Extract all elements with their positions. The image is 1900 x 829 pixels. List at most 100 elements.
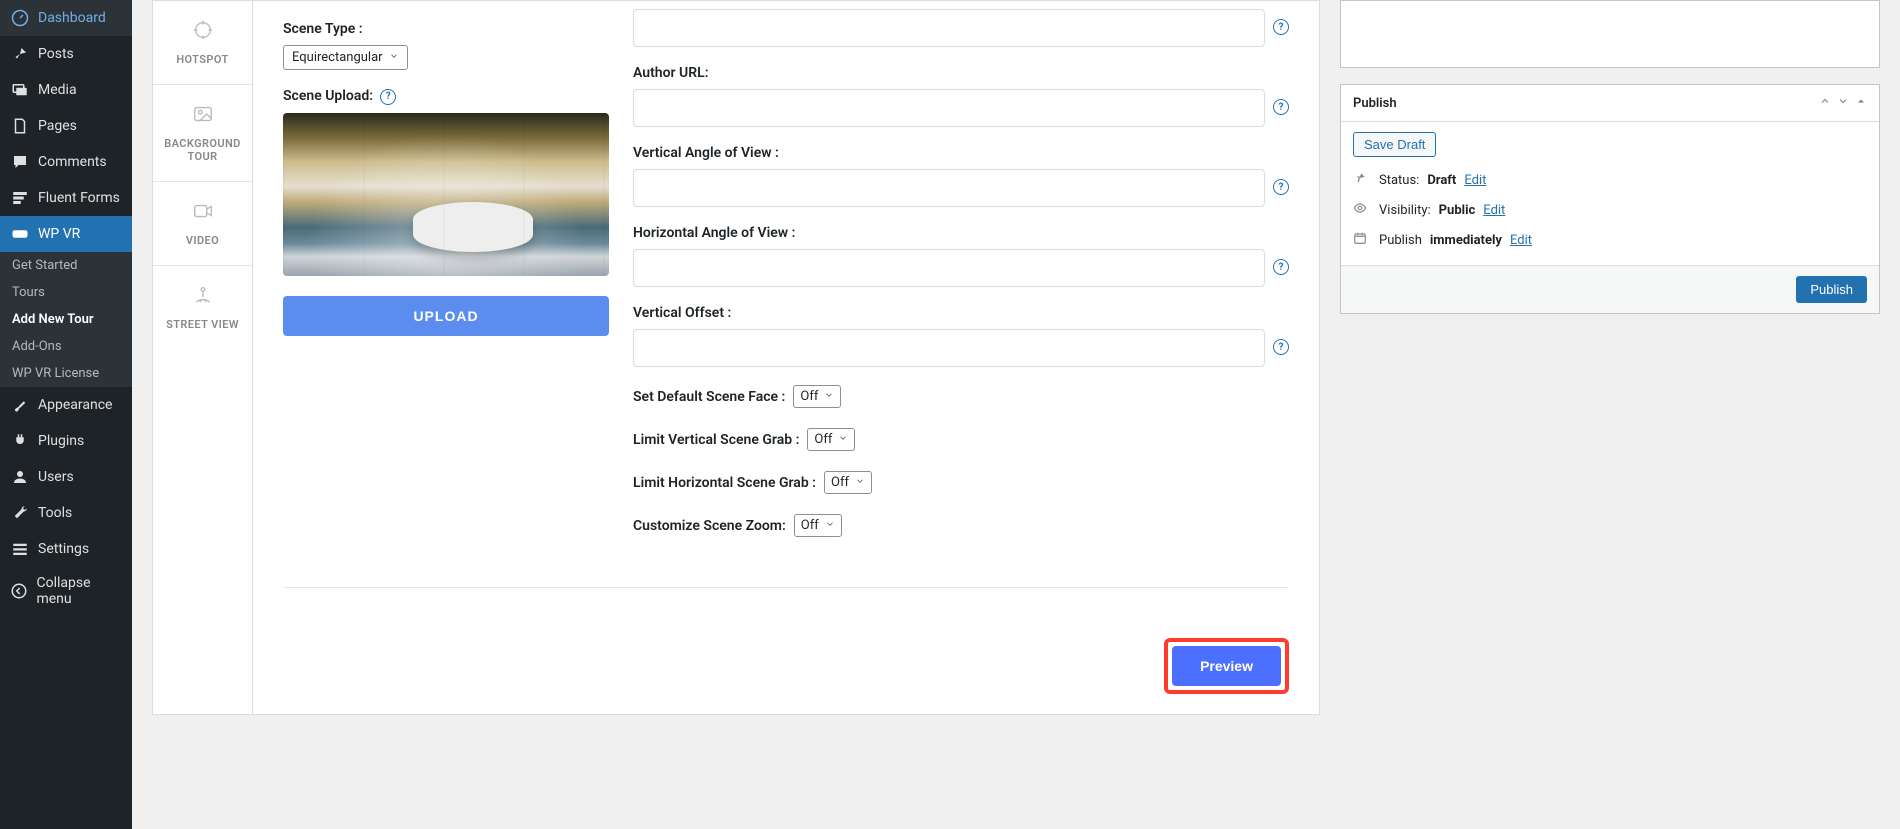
scene-type-select[interactable]: Equirectangular [283, 45, 408, 70]
sidebar-item-posts[interactable]: Posts [0, 36, 132, 72]
vtab-label: BACKGROUND TOUR [164, 137, 240, 163]
sidebar-sub-addons[interactable]: Add-Ons [0, 333, 132, 360]
publish-box-controls [1819, 95, 1867, 111]
sidebar-sub-add-new-tour[interactable]: Add New Tour [0, 306, 132, 333]
publish-box: Publish Save Draft Status: Draft Edit [1340, 84, 1880, 314]
select-value: Off [831, 475, 849, 490]
vtab-hotspot[interactable]: HOTSPOT [153, 1, 252, 85]
vaov-input[interactable] [633, 169, 1265, 207]
chevron-down-icon [838, 432, 848, 447]
top-input[interactable] [633, 9, 1265, 47]
sidebar-label: Pages [38, 118, 77, 134]
limit-horiz-select[interactable]: Off [824, 471, 872, 494]
scene-upload-thumbnail[interactable] [283, 113, 609, 276]
chevron-down-icon[interactable] [1837, 95, 1849, 111]
sidebar-item-plugins[interactable]: Plugins [0, 423, 132, 459]
sidebar-item-wpvr[interactable]: WP VR [0, 216, 132, 252]
select-value: Off [814, 432, 832, 447]
voffset-input[interactable] [633, 329, 1265, 367]
limit-vert-label: Limit Vertical Scene Grab : [633, 432, 799, 448]
sidebar-label: Users [38, 469, 74, 485]
sidebar-label: WP VR [38, 226, 80, 242]
image-icon [159, 103, 246, 131]
sidebar-item-collapse[interactable]: Collapse menu [0, 567, 132, 615]
author-url-input[interactable] [633, 89, 1265, 127]
haov-label: Horizontal Angle of View : [633, 225, 1289, 241]
sidebar-item-dashboard[interactable]: Dashboard [0, 0, 132, 36]
vtab-video[interactable]: VIDEO [153, 182, 252, 266]
chevron-down-icon [855, 475, 865, 490]
field-voffset: ? [633, 329, 1289, 367]
field-scene-type: Scene Type : Equirectangular [283, 21, 609, 70]
sidebar-item-media[interactable]: Media [0, 72, 132, 108]
save-draft-button[interactable]: Save Draft [1353, 132, 1436, 157]
info-icon[interactable]: ? [1273, 99, 1289, 115]
info-icon[interactable]: ? [1273, 19, 1289, 35]
sidebar-item-fluent-forms[interactable]: Fluent Forms [0, 180, 132, 216]
form-icon [10, 188, 30, 208]
chevron-up-icon[interactable] [1819, 95, 1831, 111]
video-icon [159, 200, 246, 228]
vtab-background-tour[interactable]: BACKGROUND TOUR [153, 85, 252, 182]
sidebar-item-pages[interactable]: Pages [0, 108, 132, 144]
publish-label: Publish [1379, 233, 1422, 248]
publish-time-row: Publish immediately Edit [1353, 225, 1867, 255]
sidebar-label: Comments [38, 154, 107, 170]
scene-type-value: Equirectangular [292, 50, 383, 65]
visibility-row: Visibility: Public Edit [1353, 195, 1867, 225]
vertical-tabs: HOTSPOT BACKGROUND TOUR VIDEO STREET VIE… [153, 1, 253, 714]
field-default-face: Set Default Scene Face : Off [633, 385, 1289, 408]
info-icon[interactable]: ? [1273, 179, 1289, 195]
meta-sidebar: Publish Save Draft Status: Draft Edit [1340, 0, 1880, 715]
sidebar-sub-license[interactable]: WP VR License [0, 360, 132, 387]
sidebar-item-appearance[interactable]: Appearance [0, 387, 132, 423]
visibility-label: Visibility: [1379, 203, 1431, 218]
info-icon[interactable]: ? [380, 89, 396, 105]
vtab-label: HOTSPOT [176, 53, 228, 66]
main-content: HOTSPOT BACKGROUND TOUR VIDEO STREET VIE… [132, 0, 1900, 735]
upload-button[interactable]: UPLOAD [283, 296, 609, 336]
custom-zoom-select[interactable]: Off [794, 514, 842, 537]
sidebar-item-settings[interactable]: Settings [0, 531, 132, 567]
publish-box-body: Save Draft Status: Draft Edit Visibility… [1341, 122, 1879, 265]
preview-button[interactable]: Preview [1172, 646, 1281, 686]
vtab-street-view[interactable]: STREET VIEW [153, 266, 252, 349]
voffset-label: Vertical Offset : [633, 305, 1289, 321]
sidebar-item-users[interactable]: Users [0, 459, 132, 495]
status-label: Status: [1379, 173, 1419, 188]
visibility-edit-link[interactable]: Edit [1483, 203, 1505, 218]
comment-icon [10, 152, 30, 172]
sidebar-label: Tools [38, 505, 72, 521]
sidebar-sub-get-started[interactable]: Get Started [0, 252, 132, 279]
caret-up-icon[interactable] [1855, 95, 1867, 111]
info-icon[interactable]: ? [1273, 259, 1289, 275]
sidebar-item-tools[interactable]: Tools [0, 495, 132, 531]
sidebar-label: Dashboard [38, 10, 106, 26]
info-icon[interactable]: ? [1273, 339, 1289, 355]
top-meta-box [1340, 0, 1880, 68]
sidebar-sub-tours[interactable]: Tours [0, 279, 132, 306]
preview-highlight-box: Preview [1164, 638, 1289, 694]
form-right-column: ? Author URL: ? Vertical Angle of View :… [633, 21, 1289, 557]
vr-icon [10, 224, 30, 244]
chevron-down-icon [825, 518, 835, 533]
immediately-text: immediately [1430, 233, 1502, 248]
sidebar-item-comments[interactable]: Comments [0, 144, 132, 180]
crosshair-icon [159, 19, 246, 47]
publish-time-edit-link[interactable]: Edit [1510, 233, 1532, 248]
street-view-icon [159, 284, 246, 312]
limit-vert-select[interactable]: Off [807, 428, 855, 451]
field-haov: ? [633, 249, 1289, 287]
publish-box-footer: Publish [1341, 265, 1879, 313]
select-value: Off [800, 389, 818, 404]
sidebar-label: Media [38, 82, 77, 98]
publish-box-header: Publish [1341, 85, 1879, 122]
publish-button[interactable]: Publish [1796, 276, 1867, 303]
status-edit-link[interactable]: Edit [1464, 173, 1486, 188]
default-face-select[interactable]: Off [793, 385, 841, 408]
dashboard-icon [10, 8, 30, 28]
sidebar-label: Collapse menu [36, 575, 122, 607]
form-wrap: Scene Type : Equirectangular Scene Uploa… [253, 1, 1319, 714]
media-icon [10, 80, 30, 100]
haov-input[interactable] [633, 249, 1265, 287]
